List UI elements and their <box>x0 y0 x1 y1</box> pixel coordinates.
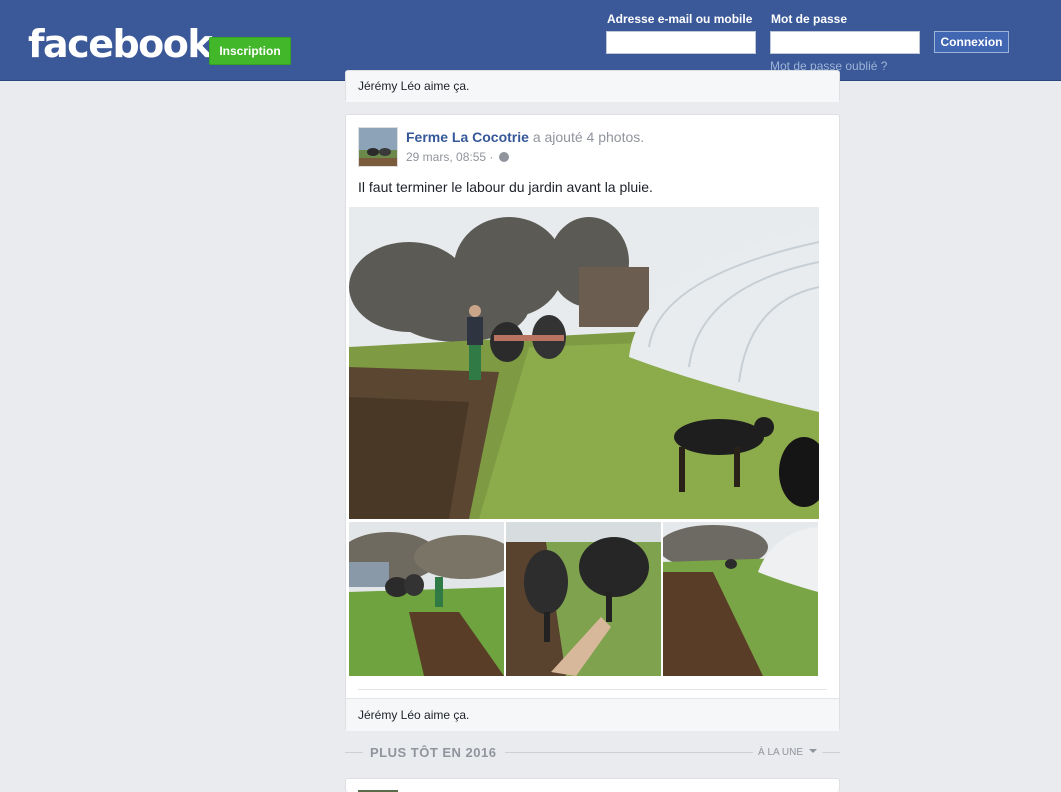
email-field[interactable] <box>606 31 756 54</box>
divider-line-middle <box>505 752 753 753</box>
post-likes-bar: Jérémy Léo aime ça. <box>346 698 839 731</box>
previous-post-likes: Jérémy Léo aime ça. <box>346 71 839 102</box>
globe-icon <box>498 152 509 162</box>
post-likes-text[interactable]: Jérémy Léo aime ça. <box>358 708 469 722</box>
post-timestamp[interactable]: 29 mars, 08:55 · <box>406 150 493 164</box>
divider-line-left <box>345 752 363 753</box>
section-sort-label: À LA UNE <box>758 747 804 758</box>
password-field[interactable] <box>770 31 920 54</box>
post-photo-thumb-1[interactable] <box>349 522 504 676</box>
dropdown-caret-icon <box>808 749 817 753</box>
post-action: a ajouté 4 photos. <box>532 129 645 145</box>
post-divider <box>358 689 827 690</box>
section-divider: PLUS TÔT EN 2016 À LA UNE <box>345 740 840 764</box>
password-label: Mot de passe <box>771 12 848 26</box>
signup-button[interactable]: Inscription <box>209 37 291 65</box>
email-label: Adresse e-mail ou mobile <box>607 12 753 26</box>
next-post-card <box>345 778 840 792</box>
facebook-logo[interactable]: facebook <box>28 22 213 66</box>
post-meta: 29 mars, 08:55 · <box>406 150 509 164</box>
post-photo-thumb-3[interactable] <box>663 522 818 676</box>
post-photo-main[interactable] <box>349 207 819 519</box>
divider-line-right <box>822 752 840 753</box>
post-text: Il faut terminer le labour du jardin ava… <box>358 179 653 195</box>
previous-post-likes-text[interactable]: Jérémy Léo aime ça. <box>358 79 469 93</box>
section-title: PLUS TÔT EN 2016 <box>370 745 497 760</box>
previous-post-card: Jérémy Léo aime ça. <box>345 70 840 102</box>
section-sort-menu[interactable]: À LA UNE <box>758 747 817 758</box>
login-button[interactable]: Connexion <box>934 31 1009 53</box>
page-avatar[interactable] <box>358 127 398 167</box>
post-author-line: Ferme La Cocotrie a ajouté 4 photos. <box>406 129 644 145</box>
post-photo-thumb-2[interactable] <box>506 522 661 676</box>
post-author[interactable]: Ferme La Cocotrie <box>406 129 529 145</box>
post-card: Ferme La Cocotrie a ajouté 4 photos. 29 … <box>345 114 840 731</box>
top-bar: facebook Inscription Adresse e-mail ou m… <box>0 0 1061 81</box>
